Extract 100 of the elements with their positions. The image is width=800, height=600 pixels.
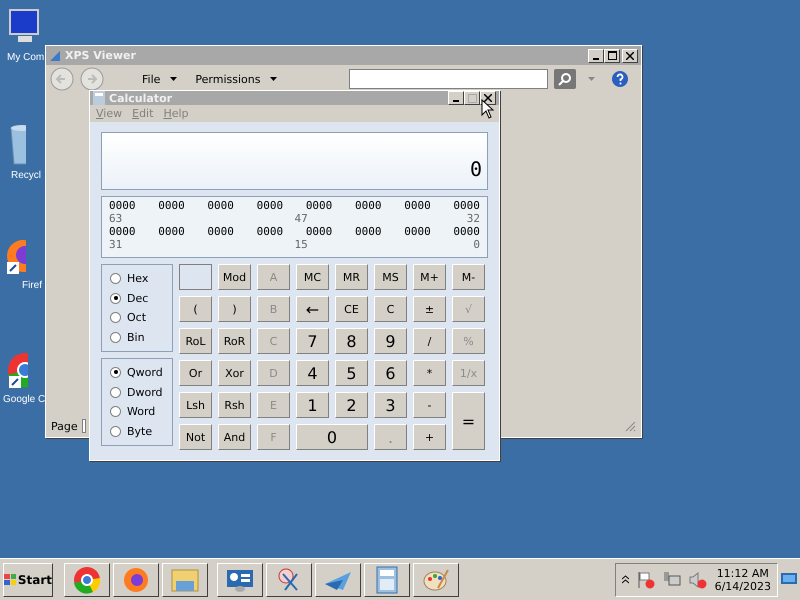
menu-button[interactable]: Permissions <box>189 72 284 86</box>
calculator-key[interactable]: MR <box>335 264 368 290</box>
calculator-key[interactable]: * <box>413 360 446 386</box>
maximize-button[interactable] <box>464 91 480 105</box>
calculator-key[interactable]: ← <box>296 296 329 322</box>
firefox-icon[interactable] <box>113 562 159 596</box>
chrome-icon[interactable] <box>64 562 110 596</box>
bit-group: 0000 <box>158 199 185 212</box>
calculator-key[interactable]: 3 <box>374 392 407 418</box>
resize-grip-icon <box>625 420 636 432</box>
bit-group: 0000 <box>109 199 136 212</box>
calculator-key[interactable]: ) <box>218 296 251 322</box>
close-icon <box>626 52 634 60</box>
calculator-key[interactable]: Or <box>179 360 212 386</box>
calculator-key[interactable]: CE <box>335 296 368 322</box>
display-value: 0 <box>470 157 482 181</box>
bit-position: 0 <box>473 238 480 251</box>
show-desktop-icon[interactable] <box>781 572 797 586</box>
menu-button[interactable]: File <box>136 72 184 86</box>
calculator-key[interactable]: And <box>218 424 251 450</box>
calculator-key[interactable]: / <box>413 328 446 354</box>
close-button[interactable] <box>622 48 638 62</box>
radio-button[interactable]: Oct <box>110 311 172 324</box>
bit-group: 0000 <box>453 225 480 238</box>
calculator-key[interactable]: + <box>413 424 446 450</box>
clock[interactable]: 11:12 AM 6/14/2023 <box>714 566 771 592</box>
radio-button[interactable]: Bin <box>110 331 172 344</box>
bit-group: 0000 <box>109 225 136 238</box>
desktop-icon-label: Recycl <box>11 170 42 181</box>
calculator-key[interactable]: Mod <box>218 264 251 290</box>
forward-button[interactable] <box>80 67 104 91</box>
chevron-icon[interactable] <box>622 575 629 584</box>
radio-button[interactable]: Word <box>110 405 172 418</box>
window-title: Calculator <box>109 92 172 104</box>
calculator-key[interactable]: 1 <box>296 392 329 418</box>
bit-group: 0000 <box>404 225 431 238</box>
bit-position: 15 <box>294 238 308 251</box>
help-icon[interactable] <box>611 70 629 88</box>
bit-group: 0000 <box>158 225 185 238</box>
maximize-button[interactable] <box>604 48 620 62</box>
paper-plane-icon[interactable] <box>315 562 361 596</box>
calculator-key[interactable]: 4 <box>296 360 329 386</box>
calculator-icon[interactable] <box>364 562 410 596</box>
bit-group: 0000 <box>355 225 382 238</box>
calculator-key[interactable]: M+ <box>413 264 446 290</box>
calculator-key[interactable]: C <box>374 296 407 322</box>
calculator-key[interactable]: 0 <box>296 424 368 450</box>
calculator-key[interactable]: MS <box>374 264 407 290</box>
bit-group: 0000 <box>355 199 382 212</box>
flag-error-icon[interactable] <box>636 570 655 588</box>
calculator-key[interactable]: 9 <box>374 328 407 354</box>
page-field[interactable] <box>82 419 86 433</box>
bit-group: 0000 <box>306 225 332 238</box>
calculator-key[interactable]: 7 <box>296 328 329 354</box>
minimize-button[interactable] <box>448 91 464 105</box>
radio-button[interactable]: Qword <box>110 366 172 379</box>
calculator-key[interactable]: - <box>413 392 446 418</box>
calculator-key[interactable]: Rsh <box>218 392 251 418</box>
radio-button[interactable]: Byte <box>110 425 172 438</box>
start-button[interactable]: Start <box>3 562 53 596</box>
calculator-key[interactable]: MC <box>296 264 329 290</box>
calculator-key[interactable]: 8 <box>335 328 368 354</box>
calculator-key[interactable]: = <box>452 392 485 450</box>
radio-button[interactable]: Dec <box>110 292 172 305</box>
bit-position: 31 <box>109 238 122 251</box>
minimize-icon <box>593 58 599 60</box>
radio-button[interactable]: Dword <box>110 386 172 399</box>
calculator-key[interactable]: RoR <box>218 328 251 354</box>
document-icon <box>49 50 61 62</box>
search-field[interactable] <box>349 69 548 89</box>
control-panel-icon[interactable] <box>217 562 263 596</box>
calculator-key[interactable]: ( <box>179 296 212 322</box>
calculator-key[interactable]: Xor <box>218 360 251 386</box>
radio-button[interactable]: Hex <box>110 272 172 285</box>
calculator-key[interactable]: RoL <box>179 328 212 354</box>
bit-group: 0000 <box>404 199 431 212</box>
network-icon[interactable] <box>662 570 681 588</box>
caret-icon <box>270 77 278 81</box>
search-icon[interactable] <box>554 69 576 89</box>
bit-group: 0000 <box>256 225 284 238</box>
memory-indicator <box>179 264 212 290</box>
calculator-key[interactable]: ± <box>413 296 446 322</box>
date: 6/14/2023 <box>714 580 771 592</box>
calculator-key[interactable]: Lsh <box>179 392 212 418</box>
calculator-key[interactable]: M- <box>452 264 485 290</box>
calculator-key[interactable]: 2 <box>335 392 368 418</box>
page-label: Page <box>51 420 78 432</box>
calculator-key[interactable]: 6 <box>374 360 407 386</box>
folder-icon[interactable] <box>162 562 208 596</box>
bit-group: 0000 <box>256 199 284 212</box>
paint-palette-icon[interactable] <box>413 562 459 596</box>
calculator-key[interactable]: 5 <box>335 360 368 386</box>
scissors-icon[interactable] <box>266 562 312 596</box>
close-icon <box>484 94 492 102</box>
minimize-button[interactable] <box>588 48 604 62</box>
close-button[interactable] <box>480 91 496 105</box>
caret-icon <box>170 77 178 81</box>
speaker-muted-icon[interactable] <box>688 570 707 588</box>
minimize-icon <box>453 100 459 102</box>
calculator-key[interactable]: Not <box>179 424 212 450</box>
